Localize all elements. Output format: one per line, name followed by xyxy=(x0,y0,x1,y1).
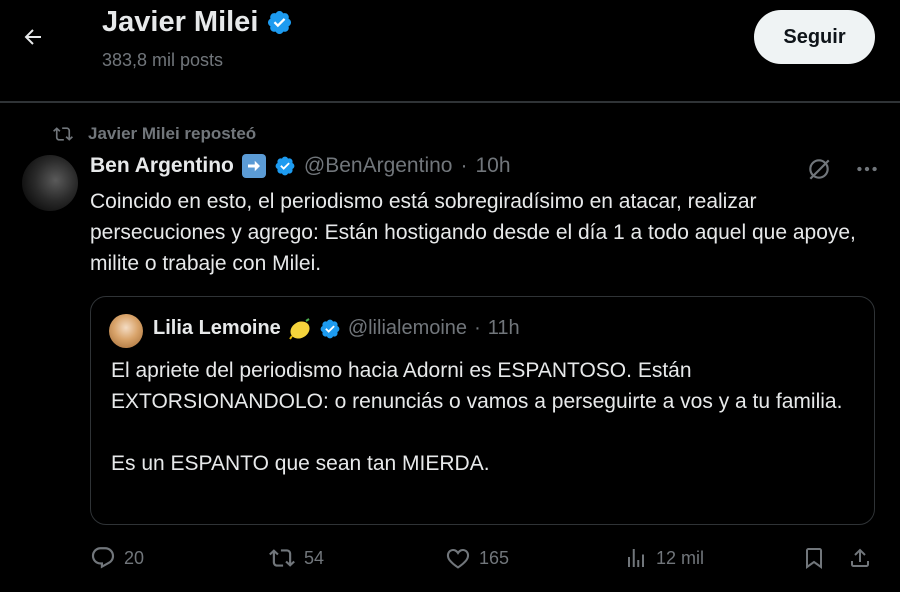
time-separator: · xyxy=(460,154,468,177)
more-button[interactable] xyxy=(854,156,880,187)
follow-button[interactable]: Seguir xyxy=(754,10,875,64)
bookmark-icon xyxy=(806,548,822,569)
more-icon xyxy=(857,166,877,172)
views-button[interactable]: 12 mil xyxy=(624,545,704,571)
quote-paragraph-2: Es un ESPANTO que sean tan MIERDA. xyxy=(111,452,490,475)
verified-badge-icon xyxy=(274,155,296,177)
author-handle[interactable]: @BenArgentino xyxy=(304,154,453,178)
views-count: 12 mil xyxy=(656,547,705,568)
repost-icon xyxy=(53,127,73,141)
profile-name: Javier Milei xyxy=(102,6,259,38)
repost-indicator[interactable]: Javier Milei reposteó xyxy=(52,124,256,144)
profile-header: Javier Milei 383,8 mil posts Seguir xyxy=(0,0,900,102)
tweet-tools xyxy=(806,156,880,187)
tweet-time[interactable]: 10h xyxy=(475,154,510,178)
lemon-emoji-icon xyxy=(288,317,310,340)
grok-icon xyxy=(809,159,830,180)
like-count: 165 xyxy=(479,547,510,568)
tweet-header: Ben Argentino @BenArgentino · 10h xyxy=(90,154,511,178)
verified-badge-icon xyxy=(320,319,340,338)
tweet-text: Coincido en esto, el periodismo está sob… xyxy=(90,190,856,275)
header-divider xyxy=(0,101,900,103)
quote-paragraph-1: El apriete del periodismo hacia Adorni e… xyxy=(111,359,843,413)
posts-count: 383,8 mil posts xyxy=(102,50,224,70)
quote-author-name[interactable]: Lilia Lemoine xyxy=(153,317,281,340)
grok-button[interactable] xyxy=(806,156,832,187)
reply-button[interactable]: 20 xyxy=(90,545,144,571)
tweet-actions: 20 54 165 12 mil xyxy=(0,540,900,580)
reply-icon xyxy=(91,547,115,569)
views-icon xyxy=(628,549,644,567)
like-button[interactable]: 165 xyxy=(445,545,509,571)
author-avatar[interactable] xyxy=(22,155,78,211)
reply-count: 20 xyxy=(124,547,145,568)
quote-author-handle[interactable]: @lilialemoine xyxy=(348,317,467,340)
repost-icon xyxy=(269,549,295,567)
like-icon xyxy=(446,548,470,569)
quote-header: Lilia Lemoine @lilialemoine · 11h xyxy=(153,317,520,340)
share-button[interactable] xyxy=(848,545,872,571)
quoted-tweet[interactable]: Lilia Lemoine @lilialemoine · 11h El apr… xyxy=(90,296,875,525)
back-arrow-icon xyxy=(24,29,41,45)
repost-button[interactable]: 54 xyxy=(268,545,324,571)
author-name[interactable]: Ben Argentino xyxy=(90,154,234,178)
quote-text: El apriete del periodismo hacia Adorni e… xyxy=(111,355,861,479)
repost-count: 54 xyxy=(304,547,325,568)
quote-time[interactable]: 11h xyxy=(488,317,520,340)
bookmark-button[interactable] xyxy=(802,545,826,571)
repost-text: Javier Milei reposteó xyxy=(88,124,257,143)
share-icon xyxy=(851,548,869,567)
verified-badge-icon xyxy=(268,10,292,35)
profile-name-row: Javier Milei xyxy=(102,6,293,39)
arrow-right-emoji-icon xyxy=(241,154,266,178)
back-button[interactable] xyxy=(14,18,52,56)
quote-author-avatar[interactable] xyxy=(109,314,143,348)
quote-time-separator: · xyxy=(474,317,481,339)
